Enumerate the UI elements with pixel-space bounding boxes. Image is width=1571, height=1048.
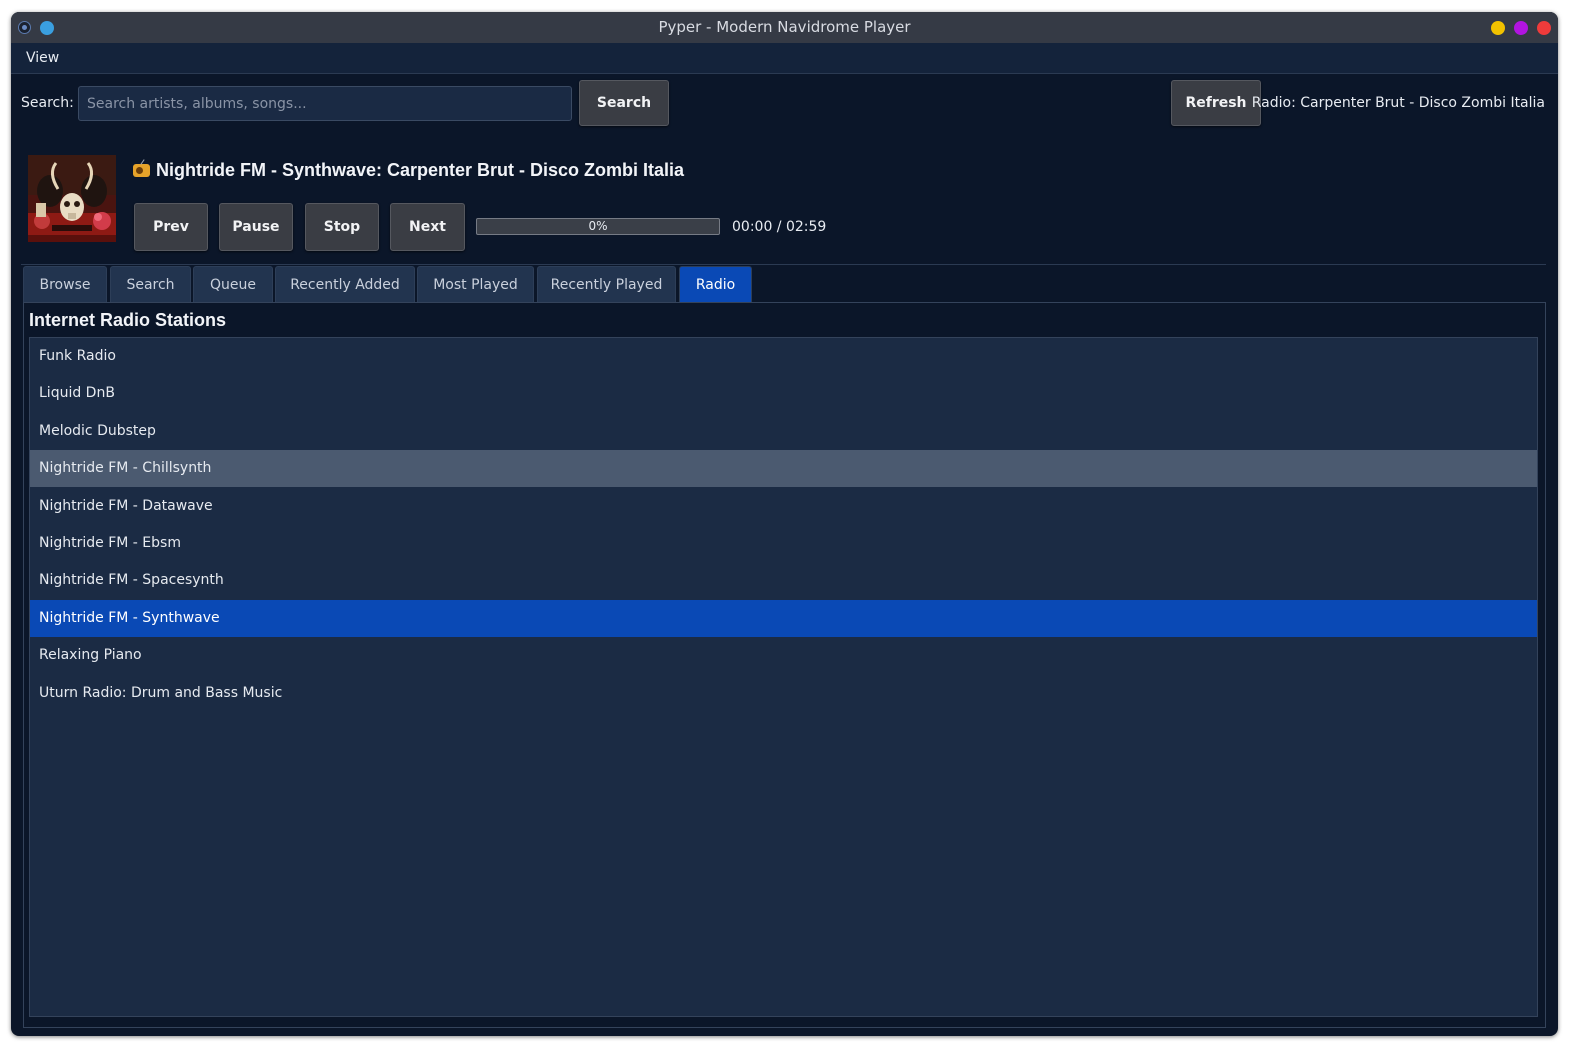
- time-display: 00:00 / 02:59: [732, 219, 827, 235]
- list-item-liquid-dnb[interactable]: Liquid DnB: [30, 375, 1537, 412]
- next-button[interactable]: Next: [390, 203, 465, 251]
- search-input[interactable]: [78, 86, 572, 121]
- list-item-nightride-ebsm[interactable]: Nightride FM - Ebsm: [30, 525, 1537, 562]
- minimize-button[interactable]: [1491, 21, 1505, 35]
- tab-radio[interactable]: Radio: [679, 266, 752, 302]
- list-item-nightride-datawave[interactable]: Nightride FM - Datawave: [30, 488, 1537, 525]
- pause-button[interactable]: Pause: [219, 203, 293, 251]
- list-item-nightride-chillsynth[interactable]: Nightride FM - Chillsynth: [30, 450, 1537, 487]
- tab-most-played[interactable]: Most Played: [417, 266, 534, 302]
- separator: [21, 264, 1546, 265]
- search-button[interactable]: Search: [579, 80, 669, 126]
- tab-recently-added[interactable]: Recently Added: [275, 266, 415, 302]
- tab-browse[interactable]: Browse: [23, 266, 107, 302]
- prev-button[interactable]: Prev: [134, 203, 208, 251]
- menu-bar: View: [11, 43, 1558, 74]
- list-item-nightride-synthwave[interactable]: Nightride FM - Synthwave: [30, 600, 1537, 637]
- tab-search[interactable]: Search: [110, 266, 191, 302]
- maximize-button[interactable]: [1514, 21, 1528, 35]
- title-bar[interactable]: Pyper - Modern Navidrome Player: [11, 12, 1558, 43]
- list-item-nightride-spacesynth[interactable]: Nightride FM - Spacesynth: [30, 562, 1537, 599]
- playback-progress-bar[interactable]: 0%: [476, 218, 720, 235]
- stop-button[interactable]: Stop: [305, 203, 379, 251]
- status-text: Radio: Carpenter Brut - Disco Zombi Ital…: [1251, 95, 1545, 111]
- list-item-relaxing-piano[interactable]: Relaxing Piano: [30, 637, 1537, 674]
- now-playing-title: Nightride FM - Synthwave: Carpenter Brut…: [133, 160, 684, 181]
- search-label: Search:: [21, 95, 74, 111]
- tab-recently-played[interactable]: Recently Played: [537, 266, 676, 302]
- section-title: Internet Radio Stations: [29, 310, 227, 330]
- album-art-image: [28, 155, 116, 242]
- list-item-uturn-radio[interactable]: Uturn Radio: Drum and Bass Music: [30, 675, 1537, 712]
- radio-station-list[interactable]: Funk Radio Liquid DnB Melodic Dubstep Ni…: [29, 337, 1538, 1017]
- tab-queue[interactable]: Queue: [193, 266, 273, 302]
- window-title: Pyper - Modern Navidrome Player: [658, 18, 911, 36]
- menu-view[interactable]: View: [26, 43, 59, 73]
- radio-icon: [133, 164, 150, 177]
- list-item-funk-radio[interactable]: Funk Radio: [30, 338, 1537, 375]
- app-window: Pyper - Modern Navidrome Player View Sea…: [11, 12, 1558, 1036]
- now-playing-text: Nightride FM - Synthwave: Carpenter Brut…: [156, 160, 685, 180]
- list-item-melodic-dubstep[interactable]: Melodic Dubstep: [30, 413, 1537, 450]
- refresh-button[interactable]: Refresh: [1171, 80, 1261, 126]
- progress-label: 0%: [588, 219, 608, 233]
- album-art: [28, 155, 116, 242]
- close-button[interactable]: [1537, 21, 1551, 35]
